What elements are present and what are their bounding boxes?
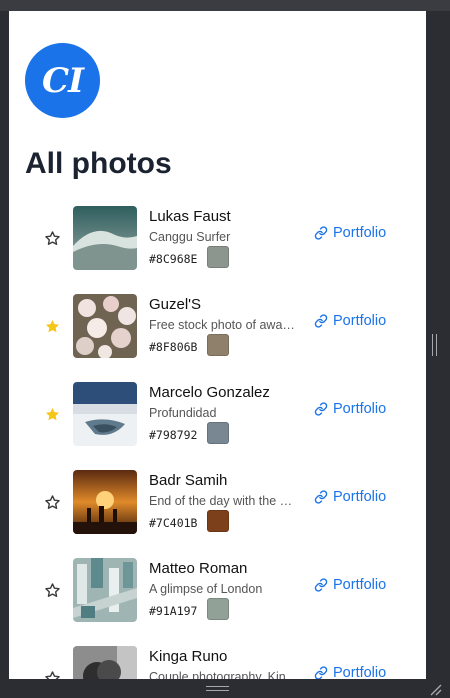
color-swatch <box>207 510 229 532</box>
color-swatch <box>207 598 229 620</box>
link-icon <box>314 226 333 240</box>
window-top-bar <box>0 0 450 11</box>
photo-description: End of the day with the h… <box>149 494 299 508</box>
photo-description: Free stock photo of awa… <box>149 318 295 332</box>
star-filled-icon[interactable] <box>44 318 61 335</box>
portfolio-link[interactable]: Portfolio <box>314 577 386 593</box>
photographer-name: Guzel'S <box>149 296 202 313</box>
photo-thumbnail[interactable] <box>73 294 137 358</box>
photographer-name: Badr Samih <box>149 472 228 489</box>
portfolio-link[interactable]: Portfolio <box>314 313 386 329</box>
portfolio-link-label: Portfolio <box>333 401 387 417</box>
resize-grip-icon[interactable] <box>428 682 442 696</box>
photo-description: Couple photography, Kin… <box>149 670 299 679</box>
color-hex-code: #8F806B <box>149 340 198 354</box>
star-filled-icon[interactable] <box>44 406 61 423</box>
star-outline-icon[interactable] <box>44 230 61 247</box>
color-hex-code: #7C401B <box>149 516 198 530</box>
photo-description: Profundidad <box>149 406 217 420</box>
photo-thumbnail[interactable] <box>73 206 137 270</box>
photographer-name: Matteo Roman <box>149 560 248 577</box>
portfolio-link[interactable]: Portfolio <box>314 401 386 417</box>
photo-description: A glimpse of London <box>149 582 263 596</box>
photo-thumbnail[interactable] <box>73 470 137 534</box>
portfolio-link-label: Portfolio <box>333 225 387 241</box>
photographer-name: Marcelo Gonzalez <box>149 384 270 401</box>
photo-thumbnail[interactable] <box>73 382 137 446</box>
link-icon <box>314 402 333 416</box>
portfolio-link-label: Portfolio <box>333 665 387 679</box>
vertical-resize-handle[interactable] <box>432 334 437 356</box>
portfolio-link-label: Portfolio <box>333 313 387 329</box>
photographer-name: Kinga Runo <box>149 648 228 665</box>
link-icon <box>314 666 333 679</box>
portfolio-link-label: Portfolio <box>333 577 387 593</box>
photo-list: Lukas Faust Canggu Surfer #8C968E Portfolio… <box>9 204 426 679</box>
app-logo: CI <box>25 43 100 118</box>
photo-thumbnail[interactable] <box>73 646 137 679</box>
color-hex-code: #798792 <box>149 428 198 442</box>
color-hex-code: #8C968E <box>149 252 198 266</box>
photographer-name: Lukas Faust <box>149 208 231 225</box>
page-title: All photos <box>25 147 172 180</box>
horizontal-resize-handle[interactable] <box>206 686 229 691</box>
photo-description: Canggu Surfer <box>149 230 231 244</box>
photo-list-item: Badr Samih End of the day with the h… #7C4… <box>9 468 426 556</box>
star-outline-icon[interactable] <box>44 582 61 599</box>
link-icon <box>314 490 333 504</box>
photo-list-item: Lukas Faust Canggu Surfer #8C968E Portfolio <box>9 204 426 292</box>
color-hex-code: #91A197 <box>149 604 198 618</box>
color-swatch <box>207 334 229 356</box>
portfolio-link[interactable]: Portfolio <box>314 225 386 241</box>
link-icon <box>314 314 333 328</box>
photo-thumbnail[interactable] <box>73 558 137 622</box>
portfolio-link[interactable]: Portfolio <box>314 665 386 679</box>
app-panel: CI All photos Lukas Faust Canggu Surfer #8… <box>9 11 426 679</box>
photo-list-item: Matteo Roman A glimpse of London #91A197 Po… <box>9 556 426 644</box>
portfolio-link[interactable]: Portfolio <box>314 489 386 505</box>
color-swatch <box>207 246 229 268</box>
star-outline-icon[interactable] <box>44 494 61 511</box>
star-outline-icon[interactable] <box>44 670 61 679</box>
portfolio-link-label: Portfolio <box>333 489 387 505</box>
link-icon <box>314 578 333 592</box>
photo-list-item: Kinga RunoCouple photography, Kin…#8A8A8… <box>9 644 426 679</box>
photo-list-item: Guzel'S Free stock photo of awa… #8F806B Po… <box>9 292 426 380</box>
photo-list-item: Marcelo Gonzalez Profundidad #798792 Portfo… <box>9 380 426 468</box>
color-swatch <box>207 422 229 444</box>
